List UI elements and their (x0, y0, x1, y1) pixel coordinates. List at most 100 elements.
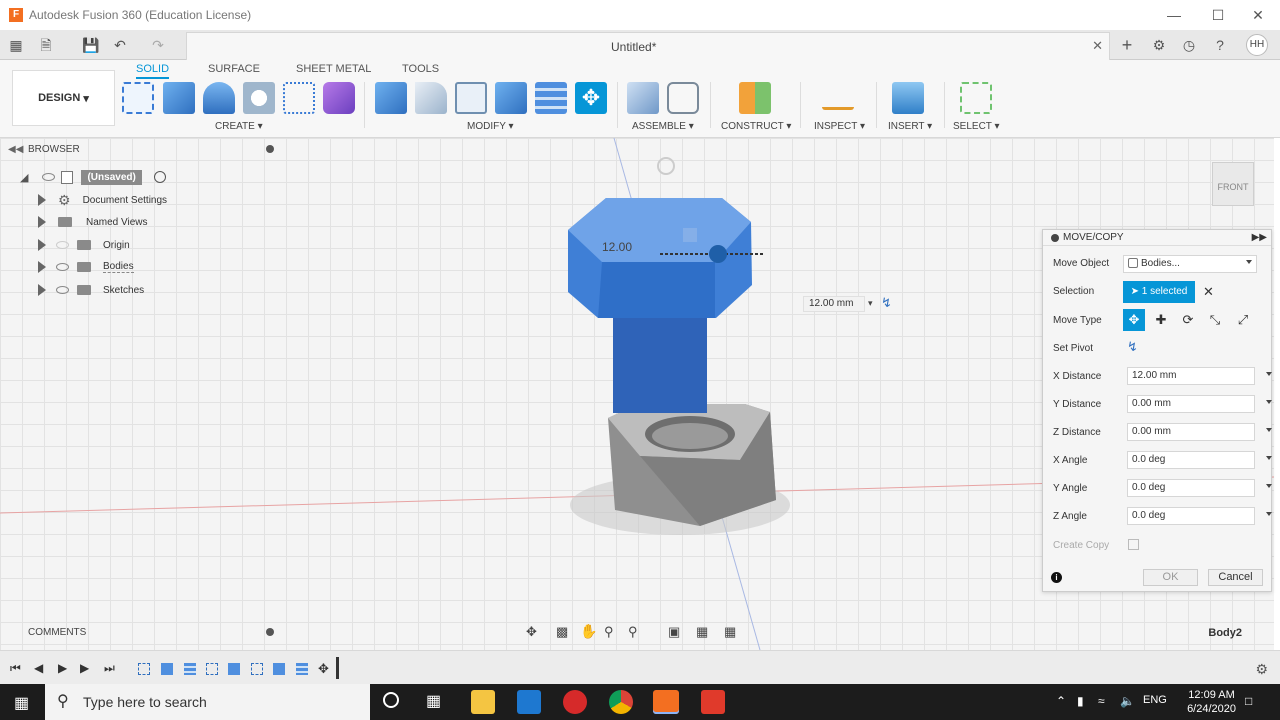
notifications-icon[interactable]: □ (1245, 694, 1252, 708)
new-component-icon[interactable] (627, 82, 659, 114)
group-assemble[interactable]: ASSEMBLE ▾ (632, 121, 694, 132)
task-view-icon[interactable]: ▦ (426, 691, 441, 711)
split-body-icon[interactable] (535, 82, 567, 114)
visibility-eye-icon[interactable] (56, 286, 69, 294)
joint-icon[interactable] (667, 82, 699, 114)
look-at-icon[interactable]: ▩ (556, 624, 568, 640)
workspace-switcher[interactable]: DESIGN ▾ (12, 70, 115, 126)
user-avatar[interactable]: HH (1246, 34, 1268, 56)
insert-image-icon[interactable] (892, 82, 924, 114)
set-pivot-icon[interactable]: ↯ (1127, 339, 1138, 355)
timeline-extrude-feature[interactable] (161, 663, 173, 675)
hole-icon[interactable] (243, 82, 275, 114)
revolve-icon[interactable] (203, 82, 235, 114)
timeline-thread-feature[interactable] (184, 663, 196, 675)
system-clock[interactable]: 12:09 AM 6/24/2020 (1187, 688, 1236, 716)
activate-radio-icon[interactable] (153, 171, 166, 183)
tab-solid[interactable]: SOLID (136, 63, 170, 79)
camtasia-icon[interactable] (701, 690, 725, 714)
fusion-360-icon[interactable] (653, 690, 679, 714)
timeline-sketch-feature[interactable] (206, 663, 218, 675)
z-angle-input[interactable]: 0.0 deg (1127, 507, 1272, 525)
viewports-icon[interactable]: ▦ (724, 624, 736, 640)
create-form-icon[interactable] (323, 82, 355, 114)
ok-button[interactable]: OK (1143, 569, 1198, 586)
x-distance-input[interactable]: 12.00 mm (1127, 367, 1272, 385)
cancel-button[interactable]: Cancel (1208, 569, 1263, 586)
browser-item-origin[interactable]: Origin (38, 235, 130, 255)
distance-input-box[interactable]: 12.00 mm (803, 296, 865, 312)
browser-item-bodies[interactable]: Bodies (38, 257, 134, 277)
collapse-tree-icon[interactable]: ◢ (20, 171, 28, 184)
x-angle-input[interactable]: 0.0 deg (1127, 451, 1272, 469)
timeline-marker[interactable] (336, 657, 339, 679)
redo-icon[interactable]: ↷ (150, 37, 166, 53)
group-construct[interactable]: CONSTRUCT ▾ (721, 121, 791, 132)
timeline-thread-feature[interactable] (296, 663, 308, 675)
timeline-move-feature-icon[interactable]: ✥ (318, 661, 329, 677)
timeline-settings-gear-icon[interactable]: ⚙ (1255, 661, 1268, 678)
minimize-button[interactable]: — (1152, 0, 1196, 30)
group-insert[interactable]: INSERT ▾ (888, 121, 932, 132)
browser-item-sketches[interactable]: Sketches (38, 280, 144, 300)
point-to-position-icon[interactable]: ⤢ (1232, 309, 1254, 331)
visibility-eye-icon[interactable] (56, 263, 69, 271)
wifi-icon[interactable]: ≈ (1098, 694, 1105, 708)
y-angle-input[interactable]: 0.0 deg (1127, 479, 1272, 497)
help-icon[interactable]: ? (1212, 37, 1228, 53)
offset-plane-icon[interactable] (739, 82, 771, 114)
info-icon[interactable]: i (1051, 572, 1062, 583)
expand-icon[interactable] (38, 239, 46, 251)
combine-icon[interactable] (495, 82, 527, 114)
tab-sheet-metal[interactable]: SHEET METAL (296, 63, 371, 75)
shell-icon[interactable] (455, 82, 487, 114)
rotate-icon[interactable]: ⟳ (1177, 309, 1199, 331)
move-object-select[interactable]: Bodies... (1123, 255, 1257, 273)
browser-root[interactable]: ◢ (Unsaved) (20, 167, 166, 187)
expand-dialog-icon[interactable]: ▶▶ (1252, 230, 1267, 246)
measure-icon[interactable] (822, 88, 854, 110)
group-inspect[interactable]: INSPECT ▾ (814, 121, 865, 132)
expand-icon[interactable] (38, 216, 46, 228)
tray-overflow-icon[interactable]: ⌃ (1056, 694, 1066, 708)
move-copy-icon[interactable]: ✥ (575, 82, 607, 114)
mail-icon[interactable] (517, 690, 541, 714)
new-tab-icon[interactable]: + (1119, 36, 1135, 54)
data-panel-grid-icon[interactable]: ▦ (8, 37, 24, 53)
zoom-icon[interactable]: ⚲ (604, 624, 614, 640)
group-select[interactable]: SELECT ▾ (953, 121, 1000, 132)
tab-tools[interactable]: TOOLS (402, 63, 439, 75)
file-menu-icon[interactable]: 🗎 (38, 37, 54, 53)
pdf-reader-icon[interactable] (563, 690, 587, 714)
expand-icon[interactable] (38, 261, 46, 273)
taskbar-search-box[interactable]: ⚲ Type here to search (45, 684, 370, 720)
collapse-browser-icon[interactable]: ◀◀ (8, 144, 23, 155)
timeline-next-icon[interactable]: ▶ (80, 661, 89, 675)
timeline-sketch-feature[interactable] (138, 663, 150, 675)
window-select-icon[interactable] (960, 82, 992, 114)
free-move-icon[interactable]: ✥ (1123, 309, 1145, 331)
power-icon[interactable]: ▮ (1077, 694, 1084, 708)
expand-icon[interactable] (38, 284, 46, 296)
add-comment-icon[interactable] (266, 628, 274, 636)
pattern-icon[interactable] (283, 82, 315, 114)
close-button[interactable]: ✕ (1236, 0, 1280, 30)
distance-dropdown-chevron-icon[interactable]: ▾ (868, 298, 873, 309)
orbit-icon[interactable]: ✥ (526, 624, 537, 640)
cortana-icon[interactable] (383, 692, 399, 708)
chrome-icon[interactable] (609, 690, 633, 714)
visibility-eye-icon[interactable] (42, 173, 56, 181)
timeline-end-icon[interactable]: ⏭ (104, 661, 115, 676)
group-create[interactable]: CREATE ▾ (215, 121, 263, 132)
clear-selection-icon[interactable]: ✕ (1203, 284, 1214, 300)
hidden-eye-icon[interactable] (56, 241, 69, 249)
viewcube[interactable]: FRONT (1212, 162, 1254, 206)
fillet-icon[interactable] (415, 82, 447, 114)
browser-item-named-views[interactable]: Named Views (38, 212, 148, 232)
document-tab[interactable]: Untitled* ✕ (186, 32, 1110, 60)
maximize-button[interactable]: ☐ (1196, 0, 1240, 30)
group-modify[interactable]: MODIFY ▾ (467, 121, 514, 132)
y-distance-input[interactable]: 0.00 mm (1127, 395, 1272, 413)
collapse-dialog-icon[interactable] (1051, 234, 1059, 242)
create-copy-checkbox[interactable] (1128, 539, 1139, 550)
